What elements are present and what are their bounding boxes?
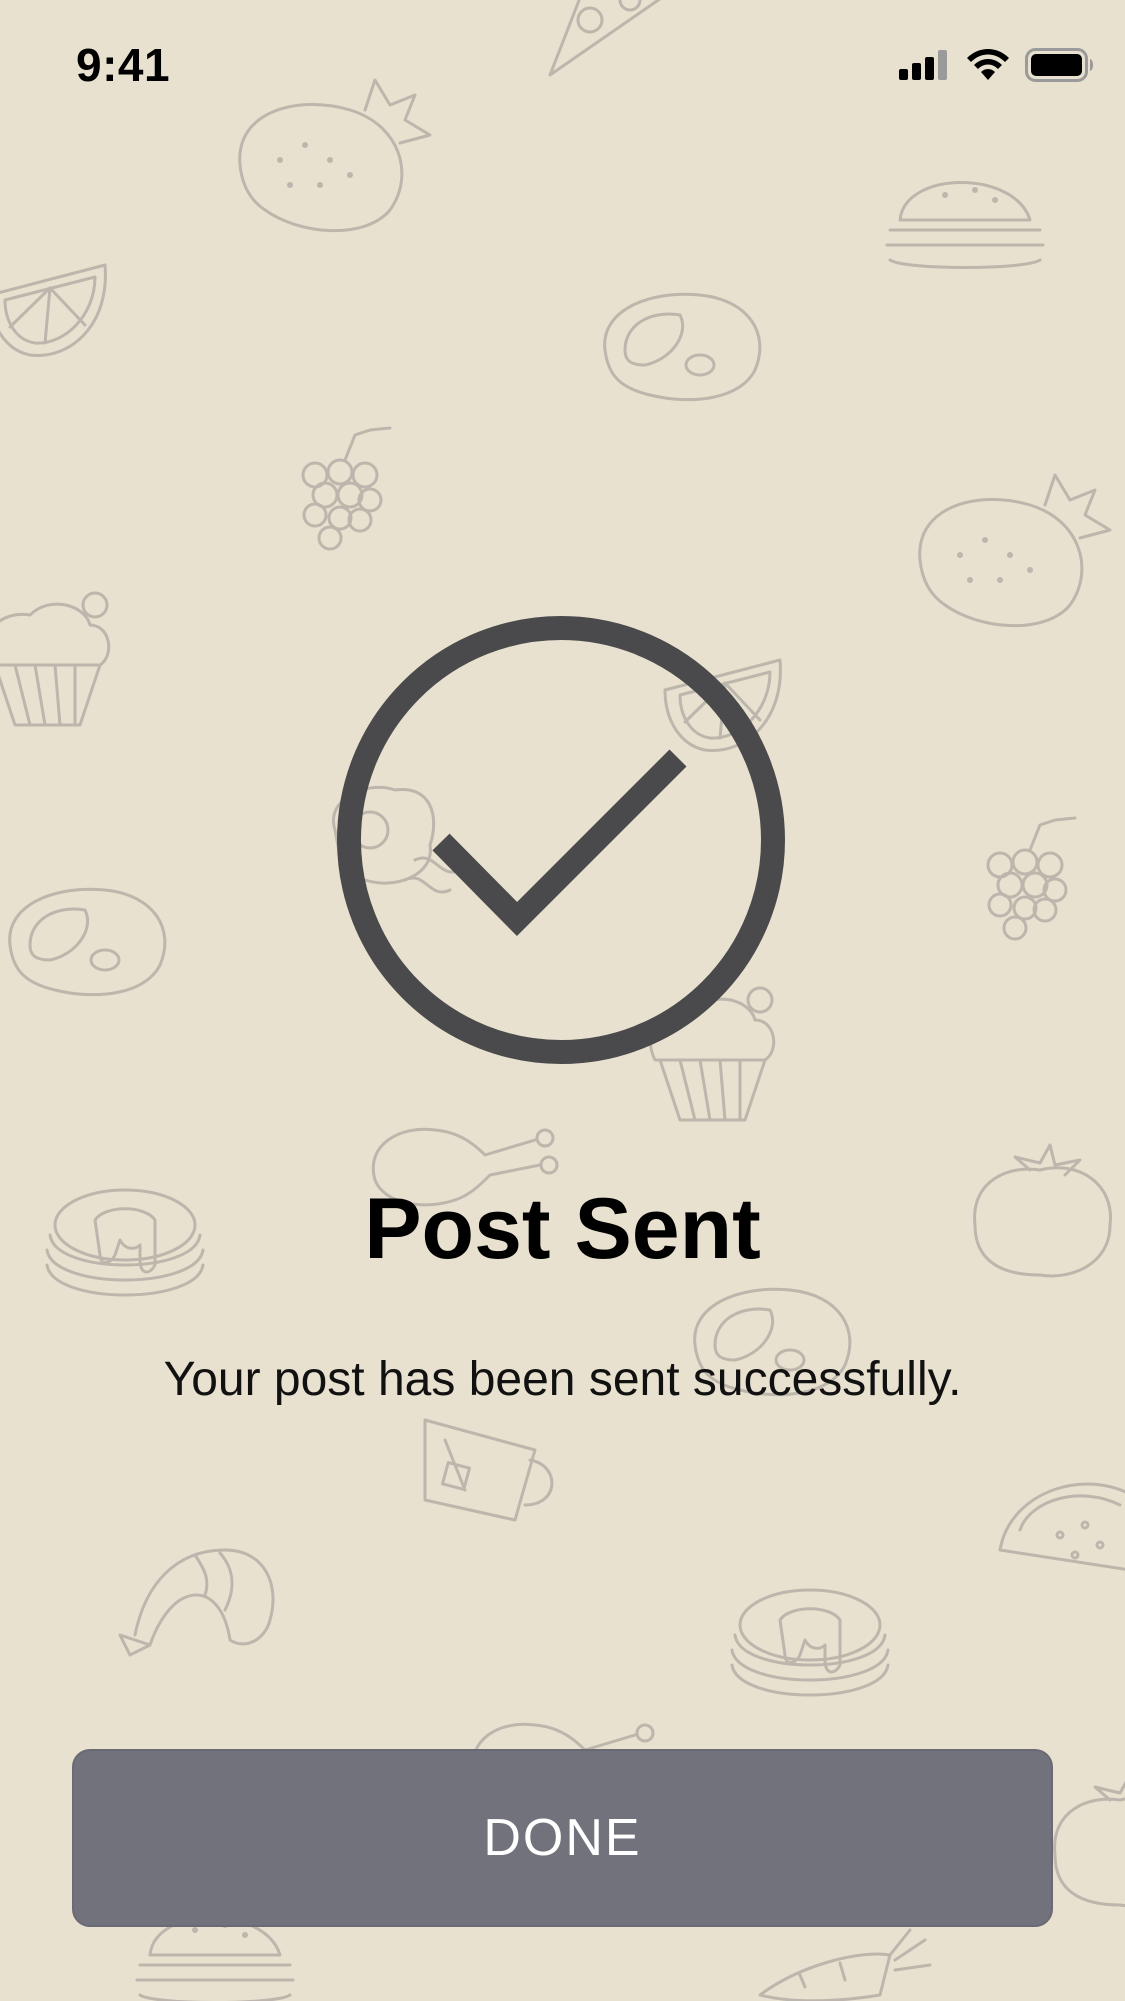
confirmation-title: Post Sent — [364, 1181, 761, 1277]
battery-icon — [1025, 48, 1093, 82]
burger-icon — [135, 1916, 295, 2001]
done-button[interactable]: DONE — [72, 1749, 1053, 1927]
steak-icon — [8, 887, 167, 997]
taco-icon — [998, 1482, 1125, 1572]
orange-slice-icon — [0, 263, 107, 357]
done-button-label: DONE — [483, 1809, 642, 1867]
burger-icon — [885, 181, 1045, 269]
mug-icon — [423, 1418, 554, 1522]
grapes-icon — [986, 816, 1077, 941]
status-time: 9:41 — [76, 39, 171, 91]
carrot-icon — [758, 1928, 932, 2001]
cellular-signal-icon — [899, 50, 947, 80]
tomato-icon — [1053, 1773, 1125, 1908]
pancakes-icon — [730, 1588, 890, 1697]
shrimp-icon — [118, 1548, 275, 1657]
strawberry-icon — [918, 473, 1112, 628]
status-bar: 9:41 — [0, 0, 1125, 132]
status-icons — [899, 45, 1095, 85]
cupcake-icon — [0, 591, 111, 727]
wifi-icon — [967, 49, 1009, 80]
grapes-icon — [301, 426, 392, 551]
confirmation-message: Your post has been sent successfully. — [163, 1353, 962, 1406]
steak-icon — [603, 292, 762, 402]
confirmation-check — [336, 615, 786, 1065]
check-circle-icon — [337, 616, 785, 1064]
